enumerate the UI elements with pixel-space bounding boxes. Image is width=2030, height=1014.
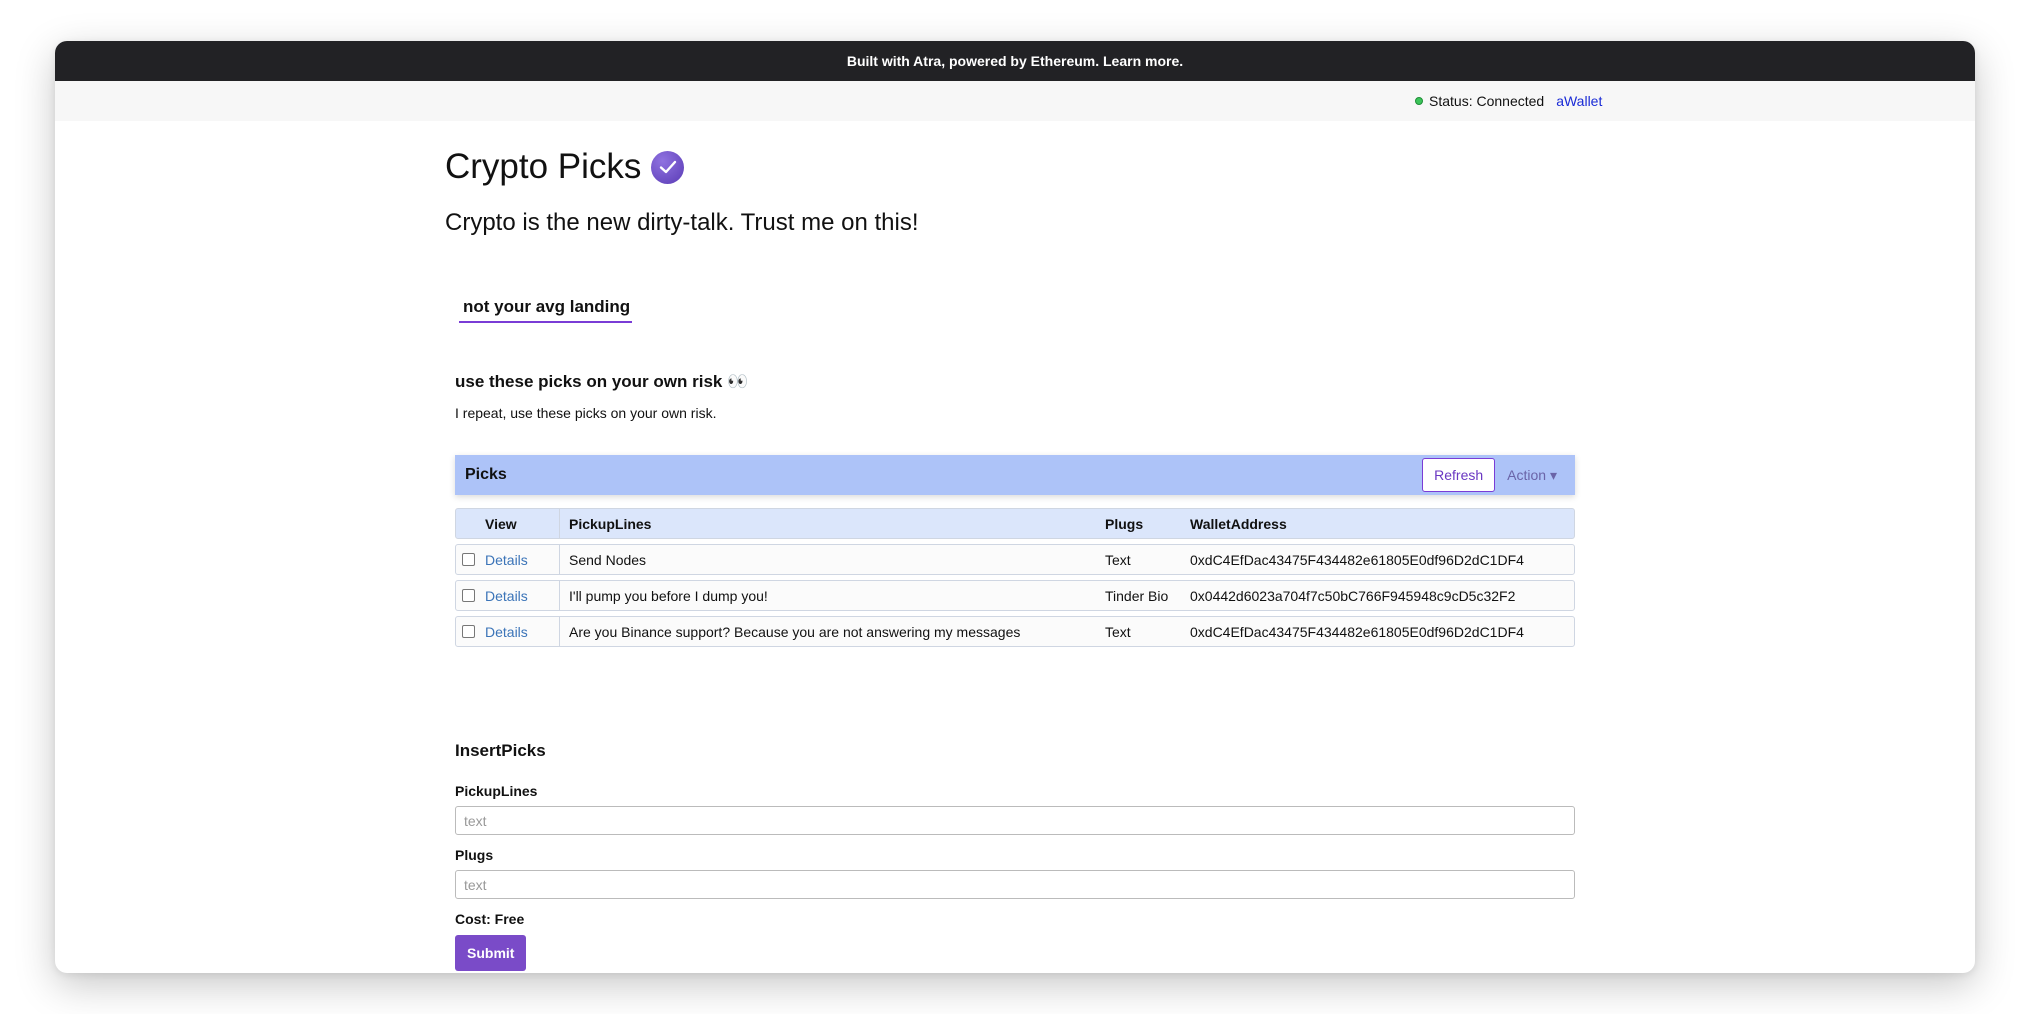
- row-select-cell: [456, 617, 476, 646]
- connected-indicator-icon: [1415, 97, 1423, 105]
- connection-status: Status: Connected aWallet: [1415, 81, 1602, 121]
- top-banner-text[interactable]: Built with Atra, powered by Ethereum. Le…: [847, 53, 1183, 69]
- top-banner[interactable]: Built with Atra, powered by Ethereum. Le…: [55, 41, 1975, 81]
- wallet-cell: 0x0442d6023a704f7c50bC766F945948c9cD5c32…: [1190, 587, 1516, 604]
- app-frame: Built with Atra, powered by Ethereum. Le…: [55, 41, 1975, 973]
- table-header-row: View PickupLines Plugs WalletAddress: [455, 508, 1575, 539]
- details-link[interactable]: Details: [485, 588, 528, 604]
- view-cell: Details: [476, 617, 560, 646]
- pickupline-cell: Are you Binance support? Because you are…: [569, 623, 1021, 640]
- plug-cell: Text: [1105, 551, 1131, 568]
- wallet-cell: 0xdC4EfDac43475F434482e61805E0df96D2dC1D…: [1190, 551, 1524, 568]
- insert-picks-heading: InsertPicks: [455, 741, 546, 760]
- picks-title: Picks: [465, 466, 507, 483]
- picks-panel-header: Picks Refresh Action ▾: [455, 455, 1575, 495]
- row-select-cell: [456, 581, 476, 610]
- pickuplines-input[interactable]: [455, 806, 1575, 835]
- row-checkbox[interactable]: [462, 589, 475, 602]
- picks-actions: Refresh Action ▾: [1422, 458, 1565, 492]
- wallet-link[interactable]: aWallet: [1556, 93, 1602, 109]
- action-dropdown[interactable]: Action ▾: [1507, 467, 1557, 484]
- pickuplines-label: PickupLines: [455, 783, 538, 799]
- view-cell: Details: [476, 581, 560, 610]
- details-link[interactable]: Details: [485, 552, 528, 568]
- pickupline-cell: Send Nodes: [569, 551, 647, 568]
- header-checkbox-spacer: [456, 509, 476, 538]
- pickupline-cell: I'll pump you before I dump you!: [569, 587, 768, 604]
- risk-heading: use these picks on your own risk 👀: [455, 372, 749, 391]
- risk-text: I repeat, use these picks on your own ri…: [455, 405, 717, 421]
- status-bar: Status: Connected aWallet: [55, 81, 1975, 121]
- page-subtitle: Crypto is the new dirty-talk. Trust me o…: [445, 209, 919, 236]
- row-checkbox[interactable]: [462, 553, 475, 566]
- cost-label: Cost: Free: [455, 911, 525, 927]
- page-title: Crypto Picks: [445, 147, 642, 186]
- row-checkbox[interactable]: [462, 625, 475, 638]
- refresh-button[interactable]: Refresh: [1422, 458, 1496, 492]
- column-header-pickuplines: PickupLines: [569, 515, 652, 532]
- wallet-cell: 0xdC4EfDac43475F434482e61805E0df96D2dC1D…: [1190, 623, 1524, 640]
- column-header-plugs: Plugs: [1105, 515, 1144, 532]
- table-row: Details I'll pump you before I dump you!…: [455, 580, 1575, 611]
- column-header-walletaddress: WalletAddress: [1190, 515, 1287, 532]
- landing-heading: not your avg landing: [459, 297, 633, 323]
- verified-check-icon: [651, 150, 685, 184]
- table-row: Details Are you Binance support? Because…: [455, 616, 1575, 647]
- row-select-cell: [456, 545, 476, 574]
- details-link[interactable]: Details: [485, 624, 528, 640]
- plugs-input[interactable]: [455, 870, 1575, 899]
- submit-button[interactable]: Submit: [455, 935, 527, 971]
- plug-cell: Tinder Bio: [1105, 587, 1169, 604]
- title-row: Crypto Picks: [445, 147, 685, 187]
- status-text: Status: Connected: [1429, 93, 1545, 109]
- plug-cell: Text: [1105, 623, 1131, 640]
- column-header-view: View: [476, 509, 560, 538]
- plugs-label: Plugs: [455, 847, 494, 863]
- picks-table: View PickupLines Plugs WalletAddress Det…: [455, 508, 1575, 652]
- view-cell: Details: [476, 545, 560, 574]
- table-row: Details Send Nodes Text 0xdC4EfDac43475F…: [455, 544, 1575, 575]
